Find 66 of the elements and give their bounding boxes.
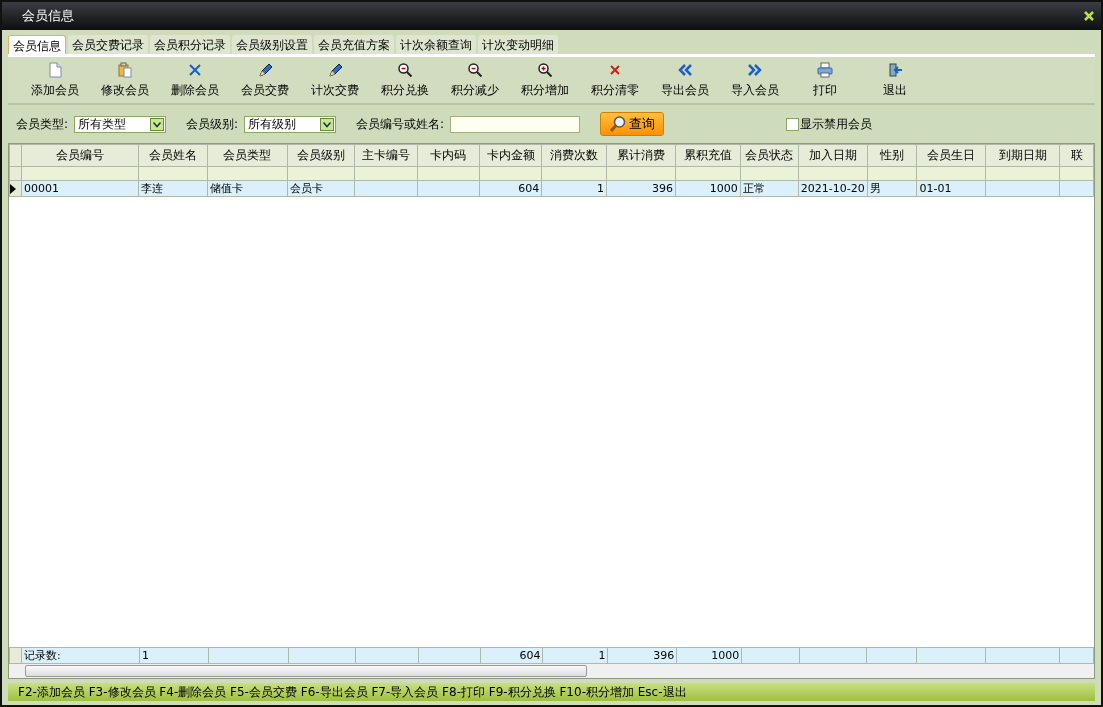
search-icon <box>609 115 628 133</box>
column-header[interactable]: 卡内金额 <box>479 144 542 167</box>
toolbar-button[interactable]: 导出会员 <box>650 61 720 99</box>
column-header[interactable]: 会员编号 <box>21 144 139 167</box>
search-button[interactable]: 查询 <box>600 112 665 136</box>
tab[interactable]: 计次变动明细 <box>478 35 558 54</box>
total-cell: 1 <box>542 647 608 664</box>
toolbar-button[interactable]: 积分增加 <box>510 61 580 99</box>
exit-door-icon <box>887 61 903 78</box>
printer-icon <box>817 61 833 78</box>
column-header[interactable]: 会员生日 <box>916 144 986 167</box>
toolbar-button[interactable]: 导入会员 <box>720 61 790 99</box>
tab[interactable]: 会员级别设置 <box>232 35 312 54</box>
level-label: 会员级别: <box>186 115 239 133</box>
toolbar-button[interactable]: 会员交费 <box>230 61 300 99</box>
close-icon[interactable] <box>1083 10 1095 22</box>
column-header[interactable]: 会员状态 <box>740 144 799 167</box>
toolbar-button[interactable]: 修改会员 <box>90 61 160 99</box>
type-dropdown[interactable]: 所有类型 <box>74 115 167 133</box>
pen-icon <box>327 61 343 78</box>
toolbar-button[interactable]: 添加会员 <box>20 61 90 99</box>
search-label: 会员编号或姓名: <box>356 115 445 133</box>
type-label: 会员类型: <box>16 115 69 133</box>
column-header[interactable]: 性别 <box>867 144 917 167</box>
total-cell: 1 <box>139 647 209 664</box>
column-header[interactable]: 主卡编号 <box>354 144 418 167</box>
toolbar-button[interactable]: 退出 <box>860 61 930 99</box>
double-right-icon <box>747 61 763 78</box>
column-header[interactable]: 会员姓名 <box>138 144 208 167</box>
zoom-out-icon <box>397 61 413 78</box>
toolbar-button[interactable]: 打印 <box>790 61 860 99</box>
column-header[interactable]: 会员类型 <box>207 144 288 167</box>
window-title: 会员信息 <box>22 7 74 25</box>
tab[interactable]: 计次余额查询 <box>396 35 476 54</box>
tab[interactable]: 会员信息 <box>8 35 66 54</box>
column-header[interactable]: 会员级别 <box>287 144 355 167</box>
toolbar-button[interactable]: 积分兑换 <box>370 61 440 99</box>
search-field[interactable] <box>450 115 581 133</box>
pen-icon <box>257 61 273 78</box>
zoom-out-icon <box>467 61 483 78</box>
toolbar-button[interactable]: 积分减少 <box>440 61 510 99</box>
document-icon <box>47 61 63 78</box>
column-header[interactable]: 卡内码 <box>417 144 480 167</box>
record-count-label: 记录数: <box>21 647 140 664</box>
level-dropdown[interactable]: 所有级别 <box>244 115 337 133</box>
clipboard-icon <box>117 61 133 78</box>
cross-icon <box>187 61 203 78</box>
tab[interactable]: 会员充值方案 <box>314 35 394 54</box>
tab[interactable]: 会员积分记录 <box>150 35 230 54</box>
toolbar-button[interactable]: 计次交费 <box>300 61 370 99</box>
column-header[interactable]: 到期日期 <box>985 144 1060 167</box>
column-header[interactable]: 累计消费 <box>606 144 676 167</box>
column-header[interactable]: 联 <box>1059 144 1094 167</box>
column-header[interactable]: 加入日期 <box>798 144 868 167</box>
total-cell: 1000 <box>676 647 742 664</box>
double-left-icon <box>677 61 693 78</box>
total-cell: 396 <box>607 647 677 664</box>
tab[interactable]: 会员交费记录 <box>68 35 148 54</box>
toolbar-button[interactable]: 删除会员 <box>160 61 230 99</box>
shortcut-status-bar: F2-添加会员 F3-修改会员 F4-删除会员 F5-会员交费 F6-导出会员 F7-导入会员 F8-打印 F9-积分兑换 F10-积分增加 Esc-退出 <box>8 683 1095 701</box>
column-header[interactable]: 累积充值 <box>675 144 741 167</box>
scrollbar-thumb[interactable] <box>25 665 587 677</box>
zoom-in-icon <box>537 61 553 78</box>
toolbar-button[interactable]: 积分清零 <box>580 61 650 99</box>
column-header[interactable]: 消费次数 <box>541 144 607 167</box>
total-cell: 604 <box>481 647 543 664</box>
